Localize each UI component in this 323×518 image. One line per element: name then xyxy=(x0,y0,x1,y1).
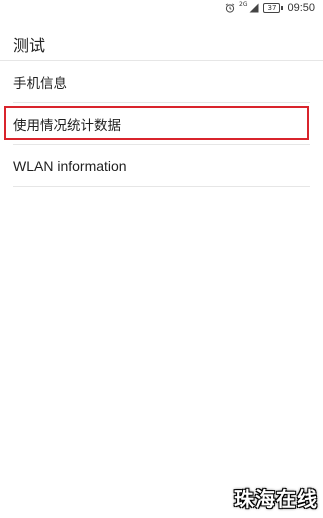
alarm-clock-icon xyxy=(225,3,235,13)
signal-strength-icon xyxy=(249,3,259,13)
page-title: 测试 xyxy=(13,36,46,55)
list-item-wlan-information[interactable]: WLAN information xyxy=(0,145,323,186)
watermark-logo: 珠海在线 xyxy=(234,487,318,511)
battery-level: 37 xyxy=(263,2,281,13)
status-time: 09:50 xyxy=(287,1,315,14)
network-type-label: 2G xyxy=(239,0,248,8)
list-item-phone-info[interactable]: 手机信息 xyxy=(0,61,323,102)
screen: 2G 37 09:50 测试 手机信息 使用情况统计数据 WLAN inform… xyxy=(0,0,323,518)
battery-icon: 37 xyxy=(263,2,284,13)
status-bar: 2G 37 09:50 xyxy=(0,0,323,15)
list-item-label: 手机信息 xyxy=(13,75,67,92)
list-divider xyxy=(13,186,310,187)
list-item-label: WLAN information xyxy=(13,157,127,174)
list-item-label: 使用情况统计数据 xyxy=(13,117,121,134)
list-item-usage-statistics[interactable]: 使用情况统计数据 xyxy=(0,103,323,144)
